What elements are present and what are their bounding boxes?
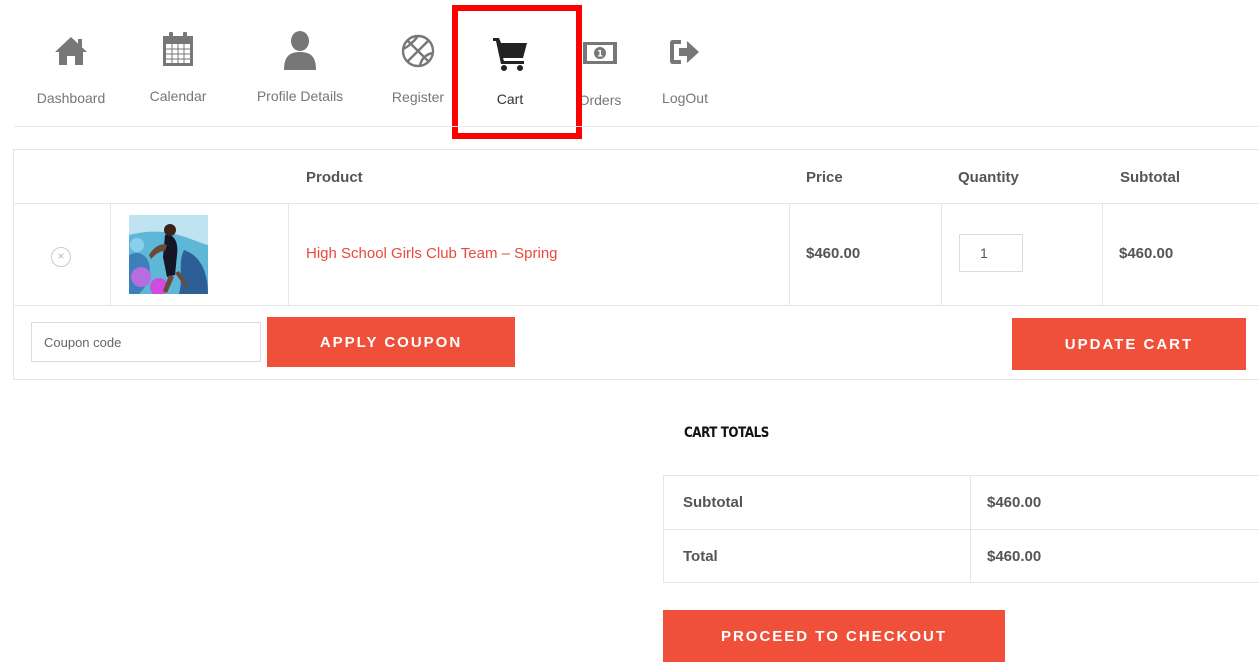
totals-subtotal-value: $460.00 <box>987 494 1042 511</box>
totals-subtotal-label: Subtotal <box>683 494 743 511</box>
user-icon <box>250 30 350 74</box>
apply-coupon-button[interactable]: APPLY COUPON <box>267 317 515 367</box>
nav-item-register[interactable]: Register <box>383 26 453 105</box>
logout-icon <box>655 32 715 76</box>
update-cart-button[interactable]: UPDATE CART <box>1012 318 1246 370</box>
account-navigation: Dashboard Calendar Profile Details Regis… <box>0 0 1259 139</box>
header-divider <box>14 203 1259 204</box>
totals-total-value: $460.00 <box>987 548 1042 565</box>
nav-item-dashboard[interactable]: Dashboard <box>31 26 111 106</box>
nav-label-profile-details: Profile Details <box>256 88 344 104</box>
quantity-input[interactable] <box>959 234 1023 272</box>
nav-label-register: Register <box>391 89 445 105</box>
basketball-icon <box>383 31 453 75</box>
totals-col-divider <box>970 476 971 582</box>
totals-total-label: Total <box>683 548 718 565</box>
header-price: Price <box>806 169 843 186</box>
item-price: $460.00 <box>806 245 861 262</box>
remove-item-button[interactable]: × <box>51 247 71 267</box>
home-icon <box>31 32 111 76</box>
nav-label-logout: LogOut <box>662 90 708 106</box>
col-divider <box>288 203 289 305</box>
product-thumbnail[interactable] <box>129 215 208 294</box>
coupon-code-input[interactable] <box>31 322 261 362</box>
col-divider <box>941 203 942 305</box>
cart-table: Product Price Quantity Subtotal × High S… <box>13 149 1259 380</box>
nav-item-calendar[interactable]: Calendar <box>143 26 213 104</box>
header-product: Product <box>306 169 363 186</box>
nav-divider <box>14 126 1259 127</box>
nav-label-dashboard: Dashboard <box>36 90 106 106</box>
nav-label-calendar: Calendar <box>149 88 207 104</box>
header-quantity: Quantity <box>958 169 1019 186</box>
row-divider <box>14 305 1259 306</box>
item-subtotal: $460.00 <box>1119 245 1174 262</box>
cart-totals-table: Subtotal $460.00 Total $460.00 <box>663 475 1259 583</box>
header-subtotal: Subtotal <box>1120 169 1180 186</box>
col-divider <box>789 203 790 305</box>
product-name-link[interactable]: High School Girls Club Team – Spring <box>306 245 558 262</box>
active-tab-highlight <box>452 5 582 139</box>
nav-item-profile-details[interactable]: Profile Details <box>250 26 350 104</box>
calendar-icon <box>143 30 213 74</box>
col-divider <box>1102 203 1103 305</box>
proceed-to-checkout-button[interactable]: PROCEED TO CHECKOUT <box>663 610 1005 662</box>
col-divider <box>110 203 111 305</box>
svg-text:1: 1 <box>597 50 603 60</box>
nav-item-logout[interactable]: LogOut <box>655 26 715 106</box>
cart-totals-title: CART TOTALS <box>684 425 769 441</box>
totals-row-divider <box>664 529 1259 530</box>
